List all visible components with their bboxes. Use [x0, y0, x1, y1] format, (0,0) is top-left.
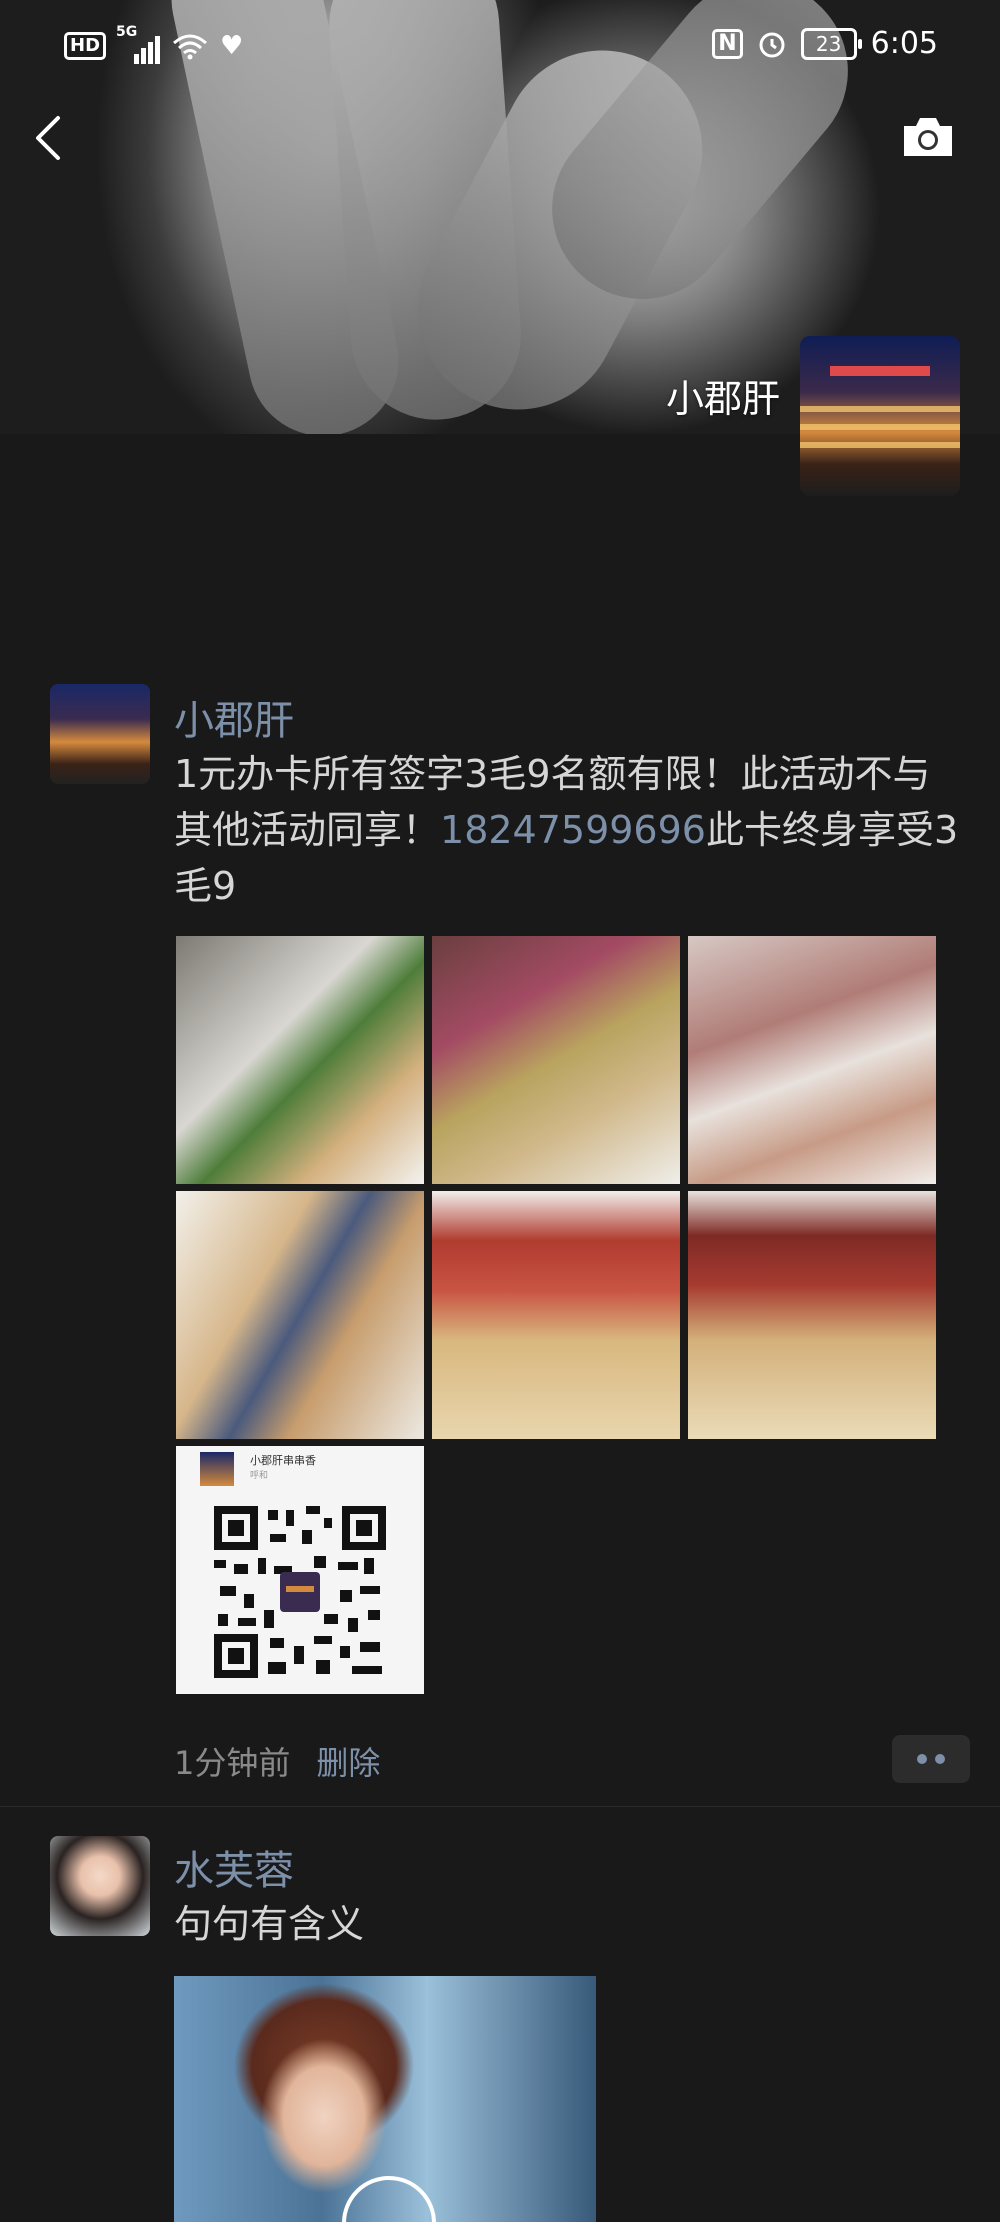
- post-text: 句句有含义: [174, 1902, 365, 1946]
- qr-title: 小郡肝串串香: [250, 1454, 316, 1467]
- post-author-name[interactable]: 水芙蓉: [174, 1838, 294, 1896]
- qr-subtitle: 呼和: [250, 1471, 269, 1481]
- post-text: 1元办卡所有签字3毛9名额有限！此活动不与其他活动同享！18247599696此…: [174, 746, 964, 914]
- play-icon[interactable]: [342, 2176, 436, 2222]
- post-photo[interactable]: [688, 1191, 936, 1439]
- qr-code: [214, 1506, 386, 1678]
- cell-signal-icon: 5G: [116, 24, 161, 64]
- post-time: 1分钟前: [174, 1744, 291, 1782]
- battery-icon: 23: [800, 27, 862, 60]
- post-video-thumbnail[interactable]: [174, 1976, 596, 2222]
- status-bar: HD 5G ♥ N 23 6:05: [0, 0, 1000, 100]
- phone-number-link[interactable]: 18247599696: [440, 808, 706, 852]
- post-author-avatar[interactable]: [50, 684, 150, 784]
- network-type: 5G: [116, 24, 138, 40]
- cover-owner-name[interactable]: 小郡肝: [666, 368, 780, 423]
- back-arrow-icon[interactable]: [28, 110, 68, 166]
- post-photo[interactable]: [688, 936, 936, 1184]
- more-dots-icon[interactable]: [892, 1735, 970, 1783]
- post-meta: 1分钟前 删除: [174, 1738, 380, 1784]
- post-photo[interactable]: [432, 936, 680, 1184]
- health-icon: ♥: [220, 31, 244, 61]
- owner-avatar[interactable]: [800, 336, 960, 496]
- clock: 6:05: [870, 26, 938, 61]
- post-divider: [0, 1806, 1000, 1807]
- post-photo[interactable]: [176, 1191, 424, 1439]
- delete-button[interactable]: 删除: [316, 1738, 380, 1784]
- post-author-avatar[interactable]: [50, 1836, 150, 1936]
- post-photo[interactable]: [432, 1191, 680, 1439]
- hd-indicator: HD: [64, 32, 107, 60]
- wifi-icon: [173, 34, 208, 60]
- nfc-icon: N: [712, 28, 743, 59]
- alarm-icon: [759, 32, 785, 57]
- qr-avatar: [200, 1452, 234, 1486]
- post-author-name[interactable]: 小郡肝: [174, 688, 294, 746]
- post-photo-qr[interactable]: 小郡肝串串香 呼和: [176, 1446, 424, 1694]
- camera-icon[interactable]: [900, 112, 956, 160]
- moments-page: HD 5G ♥ N 23 6:05 小郡肝 小郡肝 1元办卡所有签字3毛9名额有…: [0, 0, 1000, 2222]
- post-photo[interactable]: [176, 936, 424, 1184]
